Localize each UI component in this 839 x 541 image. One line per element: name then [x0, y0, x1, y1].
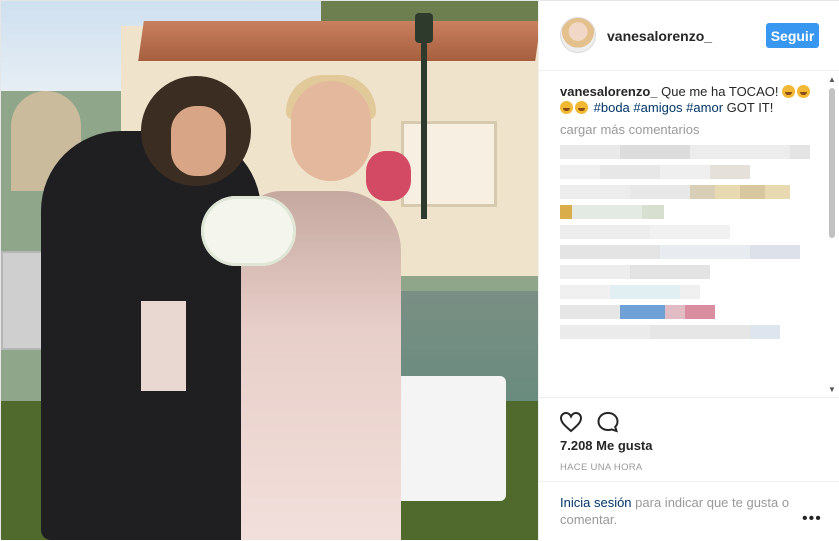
header-username[interactable]: vanesalorenzo_	[607, 28, 712, 44]
instagram-post: vanesalorenzo_ Seguir vanesalorenzo_ Que…	[0, 0, 839, 540]
photo-shirt	[141, 301, 186, 391]
laughing-emoji-icon	[560, 101, 573, 114]
laughing-emoji-icon	[782, 85, 796, 98]
photo-lamp	[415, 13, 433, 43]
likes-count[interactable]: 7.208 Me gusta	[560, 438, 653, 453]
post-sidebar: vanesalorenzo_ Seguir vanesalorenzo_ Que…	[538, 1, 839, 540]
ellipsis-icon[interactable]: •••	[802, 510, 822, 528]
blurred-comment	[560, 285, 822, 299]
load-more-comments[interactable]: cargar más comentarios	[560, 122, 822, 137]
scroll-down-arrow-icon[interactable]: ▼	[828, 386, 836, 394]
comments-list: vanesalorenzo_ Que me ha TOCAO! #boda #a…	[560, 84, 822, 394]
photo-ottoman	[396, 376, 506, 501]
blurred-comment	[560, 145, 822, 159]
heart-outline-icon[interactable]	[559, 410, 583, 434]
post-header: vanesalorenzo_ Seguir	[539, 1, 839, 71]
blurred-comment	[560, 165, 822, 179]
comments-scrollbar[interactable]: ▲ ▼	[828, 76, 836, 396]
follow-button[interactable]: Seguir	[766, 23, 819, 48]
post-photo[interactable]	[1, 1, 538, 540]
hashtag-link[interactable]: #amigos	[633, 100, 682, 115]
laughing-emoji-icon	[797, 85, 811, 98]
photo-man-hand	[171, 106, 226, 176]
photo-woman-face	[291, 81, 371, 181]
scrollbar-thumb[interactable]	[829, 88, 835, 238]
photo-lamppost	[421, 19, 427, 219]
avatar[interactable]	[560, 17, 596, 53]
blurred-comment	[560, 225, 822, 239]
login-prompt: Inicia sesión para indicar que te gusta …	[539, 481, 839, 541]
hashtag-link[interactable]: #boda	[594, 100, 630, 115]
hashtag-link[interactable]: #amor	[686, 100, 723, 115]
scroll-up-arrow-icon[interactable]: ▲	[828, 76, 836, 84]
blurred-comment	[560, 305, 822, 319]
speech-bubble-icon[interactable]	[596, 410, 620, 434]
photo-guest	[366, 151, 411, 201]
blurred-comment	[560, 265, 822, 279]
caption-username[interactable]: vanesalorenzo_	[560, 84, 658, 99]
photo-roof	[138, 21, 538, 61]
blurred-comment	[560, 205, 822, 219]
action-bar	[539, 397, 839, 433]
laughing-emoji-icon	[575, 101, 588, 114]
photo-window	[401, 121, 497, 207]
caption-text: Que me ha TOCAO!	[661, 84, 779, 99]
login-prompt-text: Inicia sesión para indicar que te gusta …	[560, 494, 800, 528]
post-timestamp: HACE UNA HORA	[560, 462, 643, 473]
caption-trailing: GOT IT!	[726, 100, 774, 115]
blurred-comment	[560, 245, 822, 259]
caption: vanesalorenzo_ Que me ha TOCAO! #boda #a…	[560, 84, 822, 116]
blurred-comment	[560, 325, 822, 339]
login-link[interactable]: Inicia sesión	[560, 495, 632, 510]
blurred-comment	[560, 185, 822, 199]
photo-bouquet	[201, 196, 296, 266]
